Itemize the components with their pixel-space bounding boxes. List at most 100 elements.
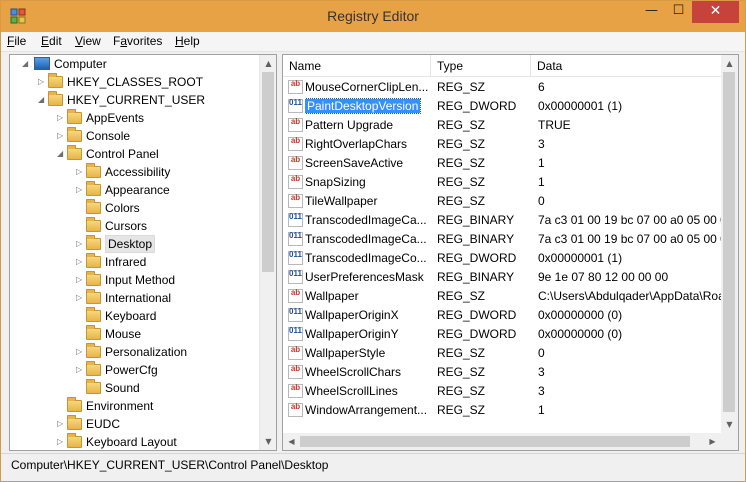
- folder-icon: [86, 307, 101, 322]
- collapsed-arrow-icon[interactable]: ▷: [76, 361, 85, 379]
- tree-node-computer[interactable]: ◢ Computer: [10, 55, 260, 73]
- value-data: 0: [538, 194, 545, 208]
- tree-node[interactable]: Environment: [10, 397, 260, 415]
- scroll-down-arrow-icon[interactable]: ▼: [260, 433, 276, 450]
- registry-value-row[interactable]: ab SnapSizing REG_SZ 1: [283, 173, 721, 192]
- tree-node[interactable]: ▷ HKEY_CLASSES_ROOT: [10, 73, 260, 91]
- tree-node[interactable]: ▷ PowerCfg: [10, 361, 260, 379]
- title-bar[interactable]: Registry Editor — ☐ ✕: [1, 1, 745, 32]
- registry-value-row[interactable]: ab RightOverlapChars REG_SZ 3: [283, 135, 721, 154]
- registry-value-row[interactable]: 011 TranscodedImageCa... REG_BINARY 7a c3 0…: [283, 211, 723, 230]
- registry-value-row[interactable]: ab Wallpaper REG_SZ C:\Users\Abdulqader\App…: [283, 287, 723, 306]
- registry-value-row[interactable]: ab ScreenSaveActive REG_SZ 1: [283, 154, 721, 173]
- scroll-left-arrow-icon[interactable]: ◀: [283, 433, 300, 450]
- tree-node-label: Personalization: [105, 345, 188, 359]
- minimize-button[interactable]: —: [638, 1, 665, 23]
- scroll-up-arrow-icon[interactable]: ▲: [260, 55, 276, 72]
- menu-accelerator: E: [41, 34, 50, 48]
- tree-node[interactable]: ▷ Desktop: [10, 235, 260, 253]
- registry-value-row[interactable]: ab WheelScrollLines REG_SZ 3: [283, 382, 721, 401]
- menu-item[interactable]: View: [75, 34, 101, 48]
- registry-editor-window: Registry Editor — ☐ ✕ File Edit View Favori…: [0, 0, 746, 482]
- registry-tree-pane[interactable]: ◢ Computer ▷ HKEY_CLASSES_ROOT ◢ HKEY_CURRENT…: [9, 54, 277, 451]
- scroll-down-arrow-icon[interactable]: ▼: [721, 416, 738, 433]
- tree-node[interactable]: Sound: [10, 379, 260, 397]
- registry-value-row[interactable]: ab WindowArrangement... REG_SZ 1: [283, 401, 721, 420]
- tree-node[interactable]: ▷ Keyboard Layout: [10, 433, 260, 450]
- column-header-data[interactable]: Data: [531, 55, 721, 77]
- tree-node[interactable]: ▷ EUDC: [10, 415, 260, 433]
- column-header-name[interactable]: Name: [283, 55, 431, 77]
- collapsed-arrow-icon[interactable]: ▷: [38, 73, 47, 91]
- expanded-arrow-icon[interactable]: ◢: [57, 145, 66, 163]
- value-name: Wallpaper: [305, 287, 431, 306]
- binary-value-icon: 011: [288, 213, 303, 227]
- scroll-thumb[interactable]: [300, 436, 690, 447]
- tree-node[interactable]: Mouse: [10, 325, 260, 343]
- collapsed-arrow-icon[interactable]: ▷: [57, 109, 66, 127]
- tree-vertical-scrollbar[interactable]: ▲ ▼: [259, 55, 276, 450]
- registry-value-row[interactable]: ab Pattern Upgrade REG_SZ TRUE: [283, 116, 721, 135]
- value-name: TranscodedImageCa...: [305, 211, 431, 230]
- tree-node[interactable]: ▷ Accessibility: [10, 163, 260, 181]
- tree-node[interactable]: ▷ Personalization: [10, 343, 260, 361]
- menu-item[interactable]: Edit: [41, 34, 62, 48]
- tree-node[interactable]: ▷ Console: [10, 127, 260, 145]
- tree-node-label: Console: [86, 129, 131, 143]
- menu-item[interactable]: Help: [175, 34, 200, 48]
- tree-node[interactable]: Colors: [10, 199, 260, 217]
- collapsed-arrow-icon[interactable]: ▷: [76, 271, 85, 289]
- collapsed-arrow-icon[interactable]: ▷: [57, 433, 66, 450]
- collapsed-arrow-icon[interactable]: ▷: [76, 181, 85, 199]
- registry-value-row[interactable]: ab TileWallpaper REG_SZ 0: [283, 192, 721, 211]
- registry-value-row[interactable]: 011 UserPreferencesMask REG_BINARY 9e 1e 07…: [283, 268, 721, 287]
- tree-node-label: Cursors: [105, 219, 148, 233]
- menu-item[interactable]: Favorites: [113, 34, 162, 48]
- expanded-arrow-icon[interactable]: ◢: [38, 91, 47, 109]
- folder-icon: [67, 415, 82, 430]
- value-type: REG_DWORD: [437, 327, 517, 341]
- collapsed-arrow-icon[interactable]: ▷: [76, 163, 85, 181]
- tree-node[interactable]: Cursors: [10, 217, 260, 235]
- collapsed-arrow-icon[interactable]: ▷: [57, 127, 66, 145]
- folder-icon: [86, 361, 101, 376]
- tree-node[interactable]: ▷ Appearance: [10, 181, 260, 199]
- collapsed-arrow-icon[interactable]: ▷: [76, 235, 85, 253]
- tree-node[interactable]: ▷ AppEvents: [10, 109, 260, 127]
- registry-value-row[interactable]: ab MouseCornerClipLen... REG_SZ 6: [283, 78, 721, 97]
- maximize-button[interactable]: ☐: [665, 1, 692, 23]
- value-name-text: WindowArrangement...: [305, 403, 428, 417]
- tree-node[interactable]: ◢ HKEY_CURRENT_USER: [10, 91, 260, 109]
- close-button[interactable]: ✕: [692, 1, 739, 23]
- menu-item[interactable]: File: [7, 34, 26, 48]
- tree-node-label: Sound: [105, 381, 140, 395]
- tree-node[interactable]: ▷ Input Method: [10, 271, 260, 289]
- column-header-type[interactable]: Type: [431, 55, 531, 77]
- registry-value-row[interactable]: 011 WallpaperOriginX REG_DWORD 0x00000000 (…: [283, 306, 721, 325]
- registry-value-row[interactable]: 011 PaintDesktopVersion REG_DWORD 0x0000000…: [283, 97, 721, 116]
- tree-node[interactable]: ▷ Infrared: [10, 253, 260, 271]
- registry-value-row[interactable]: 011 TranscodedImageCo... REG_DWORD 0x000000…: [283, 249, 721, 268]
- registry-value-row[interactable]: ab WheelScrollChars REG_SZ 3: [283, 363, 721, 382]
- tree-node-label: Desktop: [105, 235, 156, 253]
- registry-value-row[interactable]: ab WallpaperStyle REG_SZ 0: [283, 344, 721, 363]
- list-horizontal-scrollbar[interactable]: ◀ ▶: [283, 433, 721, 450]
- collapsed-arrow-icon[interactable]: ▷: [76, 343, 85, 361]
- registry-values-pane[interactable]: Name Type Data ab MouseCornerClipLen... RE…: [282, 54, 739, 451]
- scroll-thumb[interactable]: [262, 72, 274, 272]
- scroll-up-arrow-icon[interactable]: ▲: [721, 55, 738, 72]
- tree-node[interactable]: ◢ Control Panel: [10, 145, 260, 163]
- registry-value-row[interactable]: 011 WallpaperOriginY REG_DWORD 0x00000000 (…: [283, 325, 721, 344]
- string-value-icon: ab: [288, 137, 303, 151]
- list-vertical-scrollbar[interactable]: ▲ ▼: [721, 55, 738, 433]
- scroll-thumb[interactable]: [723, 72, 735, 412]
- tree-node[interactable]: ▷ International: [10, 289, 260, 307]
- value-type: REG_SZ: [437, 156, 486, 170]
- tree-node[interactable]: Keyboard: [10, 307, 260, 325]
- collapsed-arrow-icon[interactable]: ▷: [57, 415, 66, 433]
- collapsed-arrow-icon[interactable]: ▷: [76, 253, 85, 271]
- collapsed-arrow-icon[interactable]: ▷: [76, 289, 85, 307]
- registry-value-row[interactable]: 011 TranscodedImageCa... REG_BINARY 7a c3 0…: [283, 230, 723, 249]
- expanded-arrow-icon[interactable]: ◢: [22, 55, 31, 73]
- scroll-right-arrow-icon[interactable]: ▶: [704, 433, 721, 450]
